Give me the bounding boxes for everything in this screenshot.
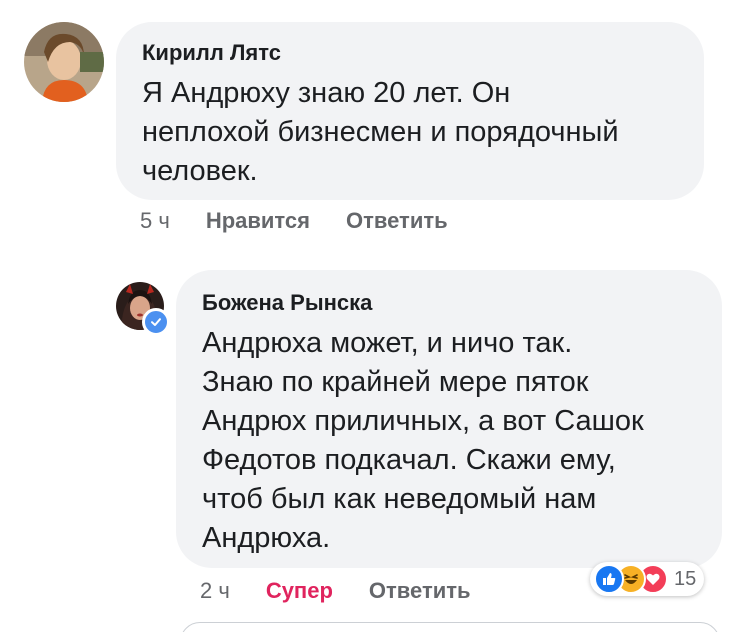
reaction-summary[interactable]: 15 (590, 562, 705, 596)
comment-timestamp[interactable]: 5 ч (140, 208, 170, 234)
reply-button[interactable]: Ответить (346, 208, 448, 234)
comment-actions: 5 ч Нравится Ответить (140, 208, 484, 234)
reaction-button[interactable]: Супер (266, 578, 333, 604)
comment-bubble: Кирилл Лятс Я Андрюху знаю 20 лет. Он не… (116, 22, 704, 200)
reply-input[interactable] (180, 622, 720, 632)
comment-timestamp[interactable]: 2 ч (200, 578, 230, 604)
avatar[interactable] (24, 22, 104, 102)
reply-button[interactable]: Ответить (369, 578, 471, 604)
like-icon (594, 564, 624, 594)
comment-bubble: Божена Рынска Андрюха может, и ничо так.… (176, 270, 722, 568)
comment-author[interactable]: Кирилл Лятс (142, 40, 678, 66)
verified-badge-icon (142, 308, 170, 336)
comment-author[interactable]: Божена Рынска (202, 290, 696, 316)
comment-text: Андрюха может, и ничо так. Знаю по крайн… (202, 327, 644, 554)
comment-text: Я Андрюху знаю 20 лет. Он неплохой бизне… (142, 77, 619, 187)
comment-thread: Кирилл Лятс Я Андрюху знаю 20 лет. Он не… (0, 0, 749, 632)
like-button[interactable]: Нравится (206, 208, 310, 234)
comment-actions: 2 ч Супер Ответить (200, 578, 507, 604)
reaction-count: 15 (674, 567, 697, 590)
user-photo-icon (24, 22, 104, 102)
